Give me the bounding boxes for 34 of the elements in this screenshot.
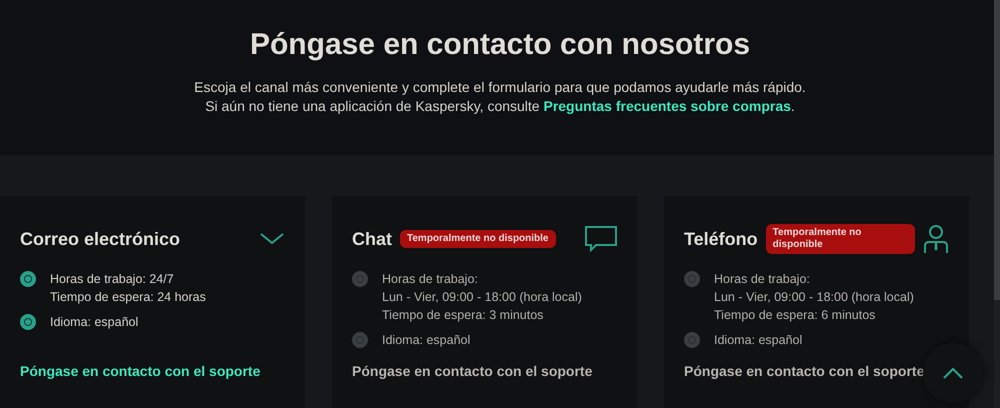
chevron-down-icon[interactable] <box>259 231 285 247</box>
unavailable-badge: Temporalmente no disponible <box>400 230 556 248</box>
status-dot <box>352 332 368 348</box>
info-text: Horas de trabajo: <box>382 271 479 288</box>
info-text: Tiempo de espera: 24 horas <box>50 289 206 306</box>
status-dot <box>352 271 368 287</box>
info-text: Lun - Vier, 09:00 - 18:00 (hora local) <box>714 289 914 306</box>
info-text: Idioma: español <box>714 332 802 349</box>
scrollbar[interactable] <box>994 0 1000 408</box>
page-title: Póngase en contacto con nosotros <box>250 28 750 62</box>
info-text: Idioma: español <box>50 314 138 331</box>
page-subtitle: Escoja el canal más conveniente y complete el formulario para que podamos ayudarle más rápido. <box>194 78 806 97</box>
contact-support-link[interactable]: Póngase en contacto con el soporte <box>684 363 924 379</box>
card-title: Teléfono <box>684 228 758 250</box>
card-title: Chat <box>352 228 392 250</box>
status-dot <box>684 332 700 348</box>
info-text: Idioma: español <box>382 332 470 349</box>
info-text: Tiempo de espera: 6 minutos <box>714 307 876 324</box>
contact-support-link[interactable]: Póngase en contacto con el soporte <box>352 363 592 379</box>
chevron-up-icon <box>942 366 964 380</box>
info-text: Horas de trabajo: 24/7 <box>50 271 175 288</box>
faq-sentence: Si aún no tiene una aplicación de Kaspersky, consulte Preguntas frecuentes sobre compras. <box>205 97 795 116</box>
status-dot <box>684 271 700 287</box>
status-dot <box>20 314 36 330</box>
faq-link[interactable]: Preguntas frecuentes sobre compras <box>543 98 791 114</box>
chat-bubble-icon <box>585 226 617 252</box>
unavailable-badge: Temporalmente no disponible <box>766 224 915 254</box>
card-title: Correo electrónico <box>20 228 180 250</box>
info-text: Tiempo de espera: 3 minutos <box>382 307 544 324</box>
info-text: Horas de trabajo: <box>714 271 811 288</box>
status-dot <box>20 271 36 287</box>
person-icon <box>923 224 949 254</box>
info-text: Lun - Vier, 09:00 - 18:00 (hora local) <box>382 289 582 306</box>
contact-support-link[interactable]: Póngase en contacto con el soporte <box>20 363 260 379</box>
